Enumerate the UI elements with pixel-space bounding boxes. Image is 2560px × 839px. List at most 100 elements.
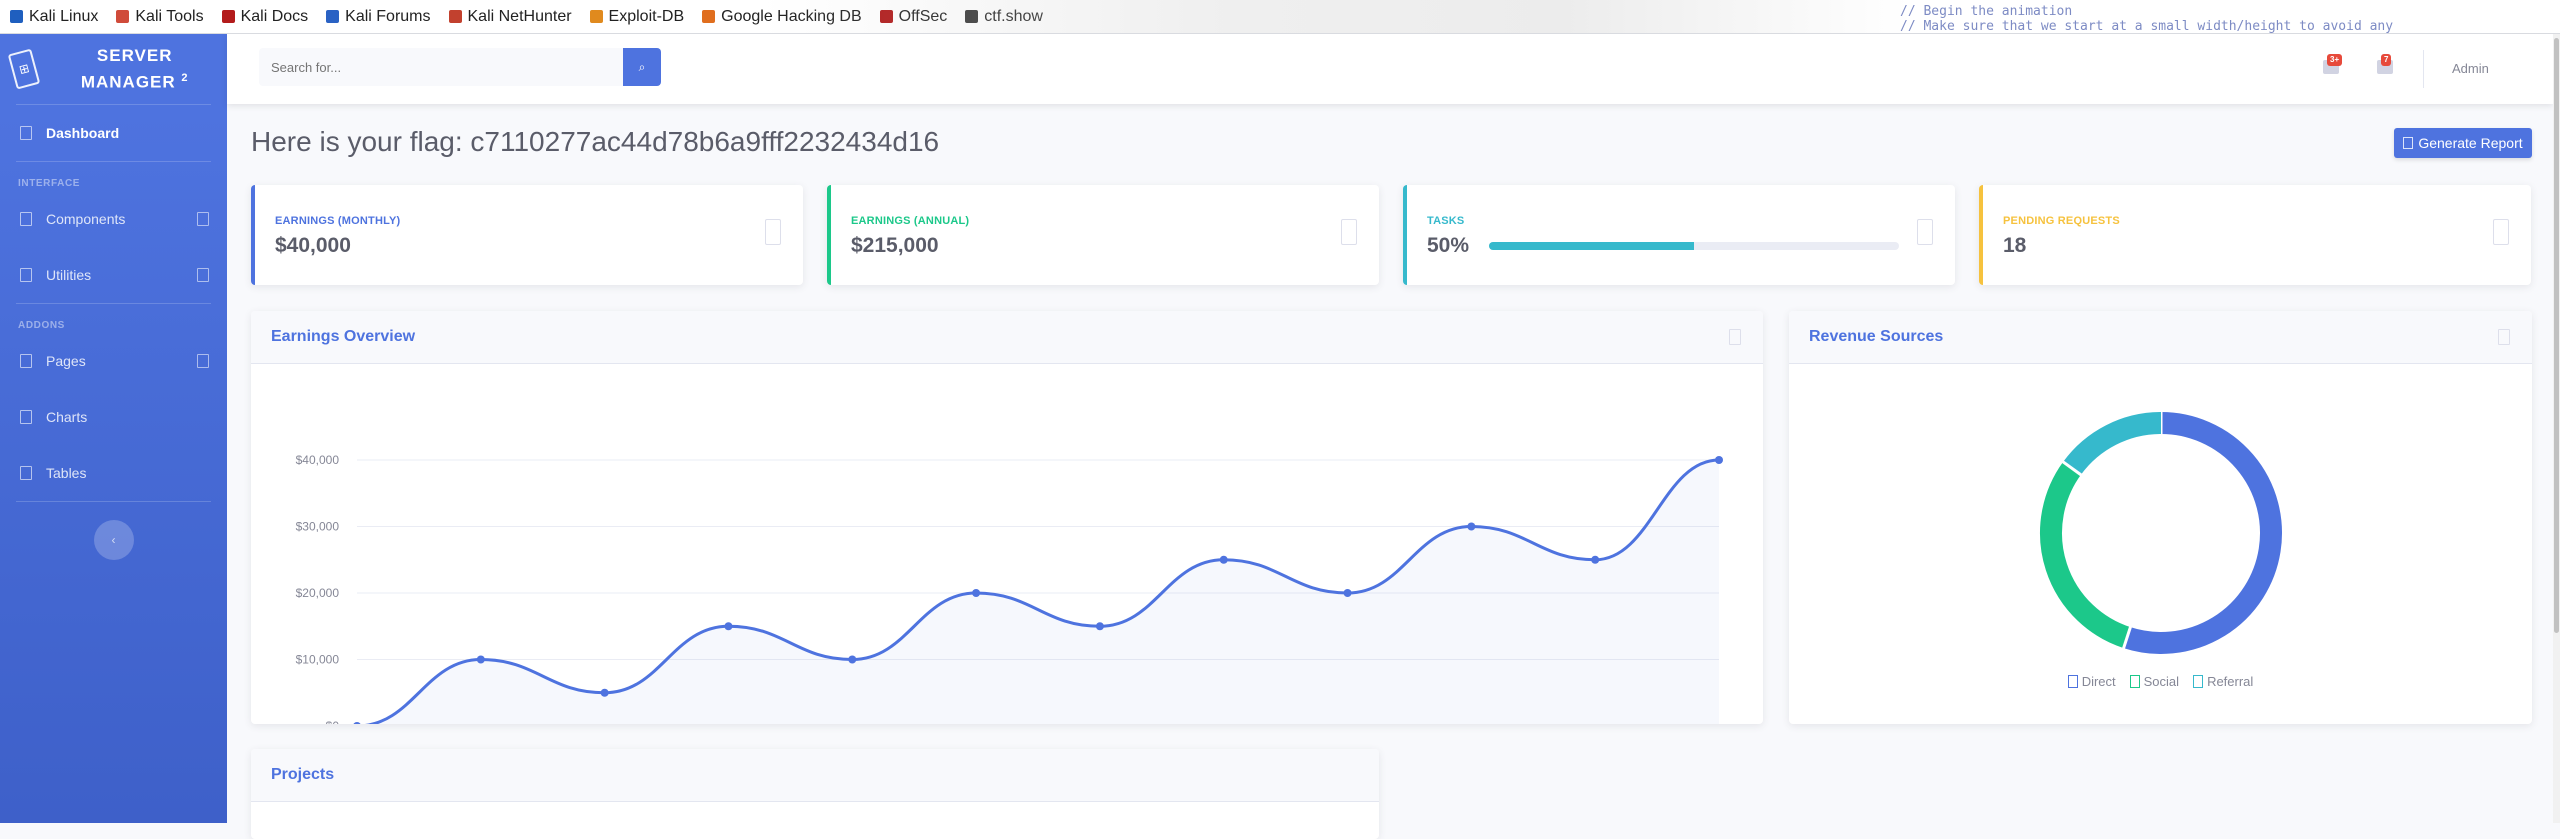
circle-icon [2129,675,2140,688]
stat-value: $40,000 [275,234,351,257]
topbar: ⌕ 3+ 7 Admin [227,34,2553,104]
circle-icon [2193,675,2204,688]
sidebar-item-pages[interactable]: Pages [0,333,227,389]
sidebar-item-components[interactable]: Components [0,191,227,247]
sidebar-toggle-button[interactable]: ‹ [93,520,134,560]
bookmark-label: Kali Docs [240,7,309,25]
bookmark-item[interactable]: Exploit-DB [589,7,685,26]
bookmark-favicon-icon [702,10,716,23]
data-point [600,688,609,697]
revenue-sources-card: Revenue Sources Direct Social Referral [1789,311,2532,724]
stat-card-tasks: TASKS 50% [1403,185,1955,285]
data-point [1219,555,1228,564]
data-point [1343,589,1352,597]
data-point [724,622,733,631]
bookmark-favicon-icon [326,10,340,23]
stat-card-earnings-monthly: EARNINGS (MONTHLY) $40,000 [251,185,803,285]
bookmark-item[interactable]: Kali Forums [326,7,431,26]
chart-legend: Direct Social Referral [1789,674,2532,689]
y-tick-label: $20,000 [296,586,340,600]
data-point [848,655,857,664]
sidebar: ⊞ SERVER MANAGER 2 Dashboard INTERFACE C… [0,34,227,823]
sidebar-item-utilities[interactable]: Utilities [0,247,227,303]
sidebar-item-charts[interactable]: Charts [0,389,227,445]
bookmarks-bar: // Begin the animation // Make sure that… [0,0,2560,34]
donut-slice-direct[interactable] [2123,412,2282,654]
bookmark-favicon-icon [116,10,130,23]
y-tick-label: $40,000 [296,453,340,467]
bookmark-item[interactable]: Kali Linux [10,8,98,26]
more-options-icon[interactable] [1729,329,1741,345]
download-icon [2403,137,2414,149]
data-point [1591,555,1600,564]
tasks-progress-bar [1489,242,1899,250]
bookmark-item[interactable]: OffSec [879,7,948,26]
projects-card: Projects [251,749,1379,839]
bookmark-label: Kali Tools [135,7,204,25]
more-options-icon[interactable] [2498,329,2510,345]
page-title: Here is your flag: c7110277ac44d78b6a9ff… [251,126,940,157]
search-input[interactable] [259,48,623,86]
sidebar-brand[interactable]: ⊞ SERVER MANAGER 2 [0,34,227,104]
card-title: Revenue Sources [1809,328,1944,345]
data-point [972,589,981,597]
bookmark-label: Exploit-DB [608,7,685,25]
bookmark-label: Kali NetHunter [467,7,572,25]
sidebar-item-dashboard[interactable]: Dashboard [0,105,227,161]
bookmark-item[interactable]: ctf.show [965,8,1043,26]
data-point [353,722,361,724]
search-button[interactable]: ⌕ [623,48,661,86]
background-code-line: // Begin the animation [1900,4,2073,19]
stat-card-earnings-annual: EARNINGS (ANNUAL) $215,000 [827,185,1379,285]
legend-item-social: Social [2129,674,2180,689]
stat-value: 50% [1427,234,1470,257]
bookmark-favicon-icon [965,10,979,23]
legend-label: Direct [2081,674,2116,689]
sidebar-heading-interface: INTERFACE [18,178,81,189]
data-point [1715,456,1723,464]
user-menu[interactable]: Admin [2452,61,2489,76]
brand-superscript: 2 [181,71,189,84]
stat-label: EARNINGS (MONTHLY) [275,215,401,227]
table-icon [20,466,32,480]
legend-label: Referral [2207,674,2254,689]
data-point [476,655,485,664]
donut-slice-referral[interactable] [2063,412,2162,476]
bookmark-label: Kali Linux [29,7,99,25]
stat-label: PENDING REQUESTS [2003,215,2120,227]
donut-slice-social[interactable] [2040,461,2131,649]
data-point [1467,522,1476,531]
sidebar-item-label: Utilities [46,267,92,283]
revenue-donut-chart [2040,411,2282,654]
bookmark-favicon-icon [10,10,23,23]
server-icon: ⊞ [7,48,41,90]
circle-icon [2067,675,2078,688]
search-form: ⌕ [259,48,661,86]
dashboard-icon [20,126,32,140]
legend-item-referral: Referral [2193,674,2253,689]
bell-icon[interactable]: 3+ [2323,54,2343,74]
sidebar-item-label: Pages [46,353,86,369]
earnings-area-chart: $0$10,000$20,000$30,000$40,000JanMarMayJ… [296,453,1723,724]
scrollbar-thumb[interactable] [2554,38,2559,633]
legend-item-direct: Direct [2067,674,2116,689]
stat-card-pending-requests: PENDING REQUESTS 18 [1979,185,2531,285]
page-scrollbar[interactable] [2553,34,2560,823]
generate-report-button[interactable]: Generate Report [2394,128,2532,158]
stat-label: EARNINGS (ANNUAL) [851,215,970,227]
bookmark-label: OffSec [898,7,948,25]
bookmark-item[interactable]: Google Hacking DB [702,8,862,26]
bookmark-favicon-icon [589,10,603,23]
sidebar-item-tables[interactable]: Tables [0,445,227,501]
legend-label: Social [2143,674,2180,689]
bookmark-item[interactable]: Kali NetHunter [448,7,572,26]
alerts-badge: 3+ [2327,54,2343,66]
envelope-icon[interactable]: 7 [2377,54,2393,74]
brand-text: SERVER MANAGER [80,45,176,92]
bookmark-label: Kali Forums [345,7,431,25]
topbar-divider [2423,50,2424,88]
bookmark-item[interactable]: Kali Docs [221,7,309,26]
sidebar-divider [16,501,211,502]
calendar-icon [765,219,781,245]
bookmark-item[interactable]: Kali Tools [116,7,204,26]
